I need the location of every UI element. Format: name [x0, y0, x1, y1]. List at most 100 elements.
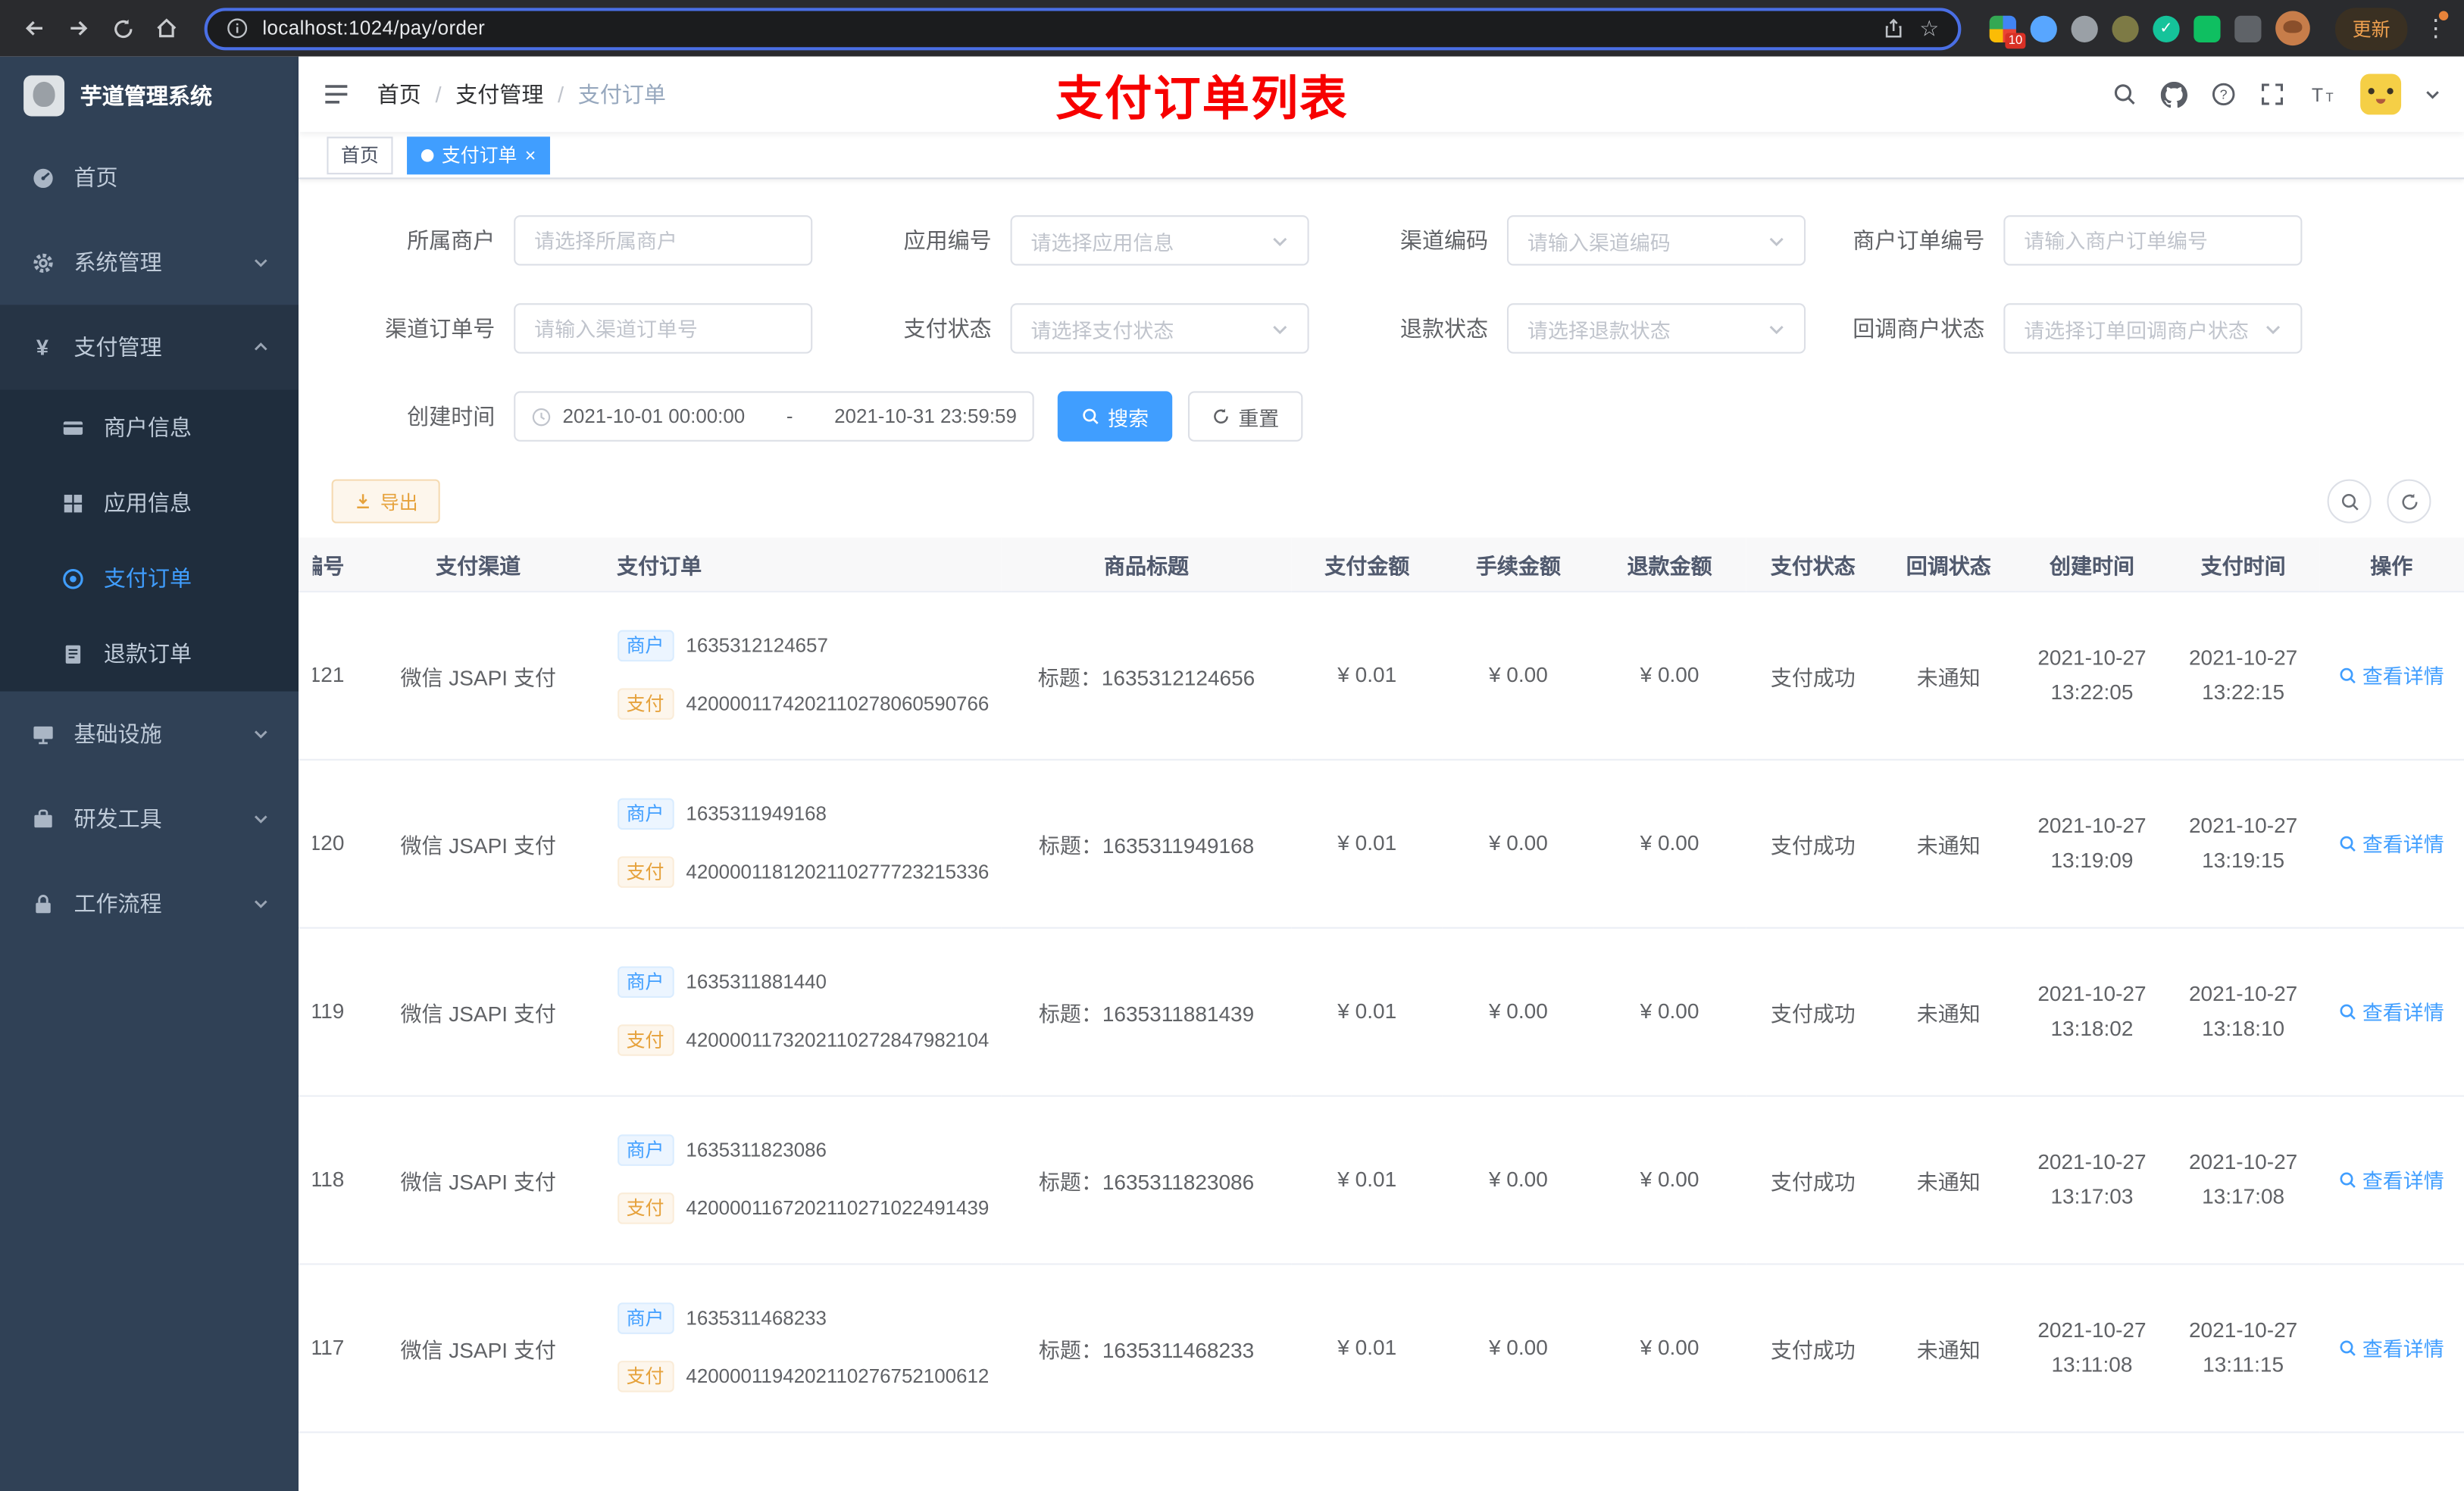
pay-status	[1745, 1431, 1881, 1491]
sidebar-item-home[interactable]: 首页	[0, 135, 299, 220]
sidebar-item-system[interactable]: 系统管理	[0, 220, 299, 305]
font-size-icon[interactable]: TT	[2309, 82, 2337, 107]
breadcrumb-separator: /	[558, 81, 564, 108]
search-button[interactable]: 搜索	[1057, 391, 1173, 442]
extension-chat-icon[interactable]	[2194, 14, 2221, 42]
home-button[interactable]	[148, 9, 186, 47]
pay-channel: 微信 JSAPI 支付	[352, 1431, 605, 1491]
bookmark-star-icon[interactable]: ☆	[1919, 15, 1939, 42]
product-title: 标题：1635311468233	[1001, 1263, 1292, 1433]
view-detail-link[interactable]: 查看详情	[2339, 1164, 2444, 1194]
table-header-cell: 回调状态	[1881, 537, 2017, 592]
extension-drop-icon[interactable]	[2030, 14, 2057, 42]
merchant-select-input[interactable]	[514, 215, 813, 266]
search-icon[interactable]	[2112, 82, 2137, 107]
extension-dark-puzzle-icon[interactable]	[2234, 14, 2262, 42]
payment-order-table: 编号支付渠道支付订单商品标题支付金额手续金额退款金额支付状态回调状态创建时间支付…	[299, 537, 2464, 1491]
extension-olive-icon[interactable]	[2112, 14, 2139, 42]
merchant-order-no-input[interactable]	[2003, 215, 2303, 266]
toggle-search-button[interactable]	[2327, 479, 2372, 524]
sidebar-item-workflow[interactable]: 工作流程	[0, 861, 299, 946]
help-icon[interactable]: ?	[2211, 82, 2236, 107]
credit-card-icon	[60, 415, 85, 440]
product-title: 标题：1635311949168	[1001, 758, 1292, 928]
sidebar-item-label: 系统管理	[73, 249, 162, 275]
user-avatar[interactable]	[2360, 73, 2402, 115]
sidebar-item-merchant-info[interactable]: 商户信息	[0, 389, 299, 465]
export-button[interactable]: 导出	[331, 479, 440, 524]
extension-check-icon[interactable]: ✓	[2153, 14, 2180, 42]
merchant-tag: 商户	[617, 1302, 674, 1334]
product-title: 标题：1635312124656	[1001, 590, 1292, 760]
filter-label: 所属商户	[407, 227, 496, 253]
page-content: 所属商户 应用编号 请选择应用信息 渠道编码 请输入渠道编码 商户订单编号	[299, 179, 2464, 1491]
browser-menu-icon[interactable]: ⋮	[2423, 11, 2449, 42]
breadcrumb-item[interactable]: 首页	[377, 79, 421, 110]
pay-amount: ¥ 0.01	[1291, 927, 1443, 1096]
view-detail-link[interactable]: 查看详情	[2339, 660, 2444, 689]
table-header-cell: 操作	[2319, 537, 2464, 592]
chevron-down-icon	[1271, 320, 1289, 337]
filter-label: 渠道编码	[1399, 227, 1489, 253]
notify-status: 未通知	[1881, 1263, 2017, 1433]
forward-button[interactable]	[60, 9, 98, 47]
share-icon[interactable]	[1884, 17, 1906, 39]
sidebar-item-pay-order[interactable]: 支付订单	[0, 540, 299, 616]
search-button-label: 搜索	[1108, 406, 1149, 430]
pay-tag: 支付	[617, 1361, 674, 1393]
notify-status: 未通知	[1881, 590, 2017, 760]
refresh-list-button[interactable]	[2387, 479, 2431, 524]
create-time-range-input[interactable]: 2021-10-01 00:00:00 - 2021-10-31 23:59:5…	[514, 391, 1034, 442]
app-logo-row[interactable]: 芋道管理系统	[0, 57, 299, 136]
view-detail-link[interactable]: 查看详情	[2339, 828, 2444, 858]
view-detail-link[interactable]: 查看详情	[2339, 996, 2444, 1026]
tab-pay-order[interactable]: 支付订单 ×	[407, 136, 550, 174]
fee-amount: ¥ 0.00	[1443, 1095, 1594, 1264]
extension-gray-icon[interactable]	[2071, 14, 2098, 42]
sidebar-item-payment[interactable]: ¥ 支付管理	[0, 305, 299, 390]
pay-status-select[interactable]: 请选择支付状态	[1010, 303, 1309, 354]
reload-button[interactable]	[104, 9, 142, 47]
tab-close-icon[interactable]: ×	[525, 145, 536, 164]
grid-icon	[60, 490, 85, 515]
app-no-select[interactable]: 请选择应用信息	[1010, 215, 1309, 266]
sidebar-item-label: 支付订单	[103, 565, 192, 591]
url-bar[interactable]: localhost:1024/pay/order ☆	[204, 7, 1962, 50]
site-info-icon[interactable]	[227, 17, 249, 39]
callback-status-select[interactable]: 请选择订单回调商户状态	[2003, 303, 2303, 354]
refund-status-select[interactable]: 请选择退款状态	[1506, 303, 1806, 354]
refund-amount	[1593, 1431, 1746, 1491]
sidebar-item-app-info[interactable]: 应用信息	[0, 465, 299, 541]
browser-profile-avatar[interactable]	[2275, 11, 2310, 46]
breadcrumb-item[interactable]: 支付管理	[455, 79, 543, 110]
back-button[interactable]	[16, 9, 54, 47]
pay-amount: ¥ 0.01	[1291, 1095, 1443, 1264]
sidebar-item-infrastructure[interactable]: 基础设施	[0, 692, 299, 777]
url-text: localhost:1024/pay/order	[262, 17, 486, 39]
breadcrumb-item-current: 支付订单	[577, 81, 666, 108]
reset-button[interactable]: 重置	[1187, 391, 1303, 442]
sidebar-item-devtools[interactable]: 研发工具	[0, 777, 299, 861]
sidebar-item-label: 商户信息	[103, 414, 192, 440]
pay-time: 2021-10-27 13:19:15	[2167, 758, 2319, 928]
tab-home[interactable]: 首页	[327, 136, 393, 174]
fee-amount: ¥ 0.00	[1443, 758, 1594, 928]
caret-down-icon[interactable]	[2425, 86, 2441, 102]
fullscreen-icon[interactable]	[2259, 82, 2284, 107]
chevron-down-icon	[253, 811, 269, 827]
dashboard-icon	[30, 165, 55, 190]
extension-puzzle-icon[interactable]: 10	[1989, 14, 2026, 48]
sidebar-item-refund-order[interactable]: 退款订单	[0, 616, 299, 692]
menu-toggle-button[interactable]	[322, 80, 350, 108]
table-row: 120 微信 JSAPI 支付商户 1635311949168 支付 420000118…	[299, 758, 2464, 928]
yen-icon: ¥	[36, 334, 49, 360]
update-button[interactable]: 更新	[2334, 7, 2408, 50]
channel-code-select[interactable]: 请输入渠道编码	[1506, 215, 1806, 266]
product-title	[1001, 1431, 1292, 1491]
channel-order-no-input[interactable]	[514, 303, 813, 354]
sidebar-item-label: 研发工具	[73, 805, 162, 832]
pay-amount: ¥ 0.01	[1291, 590, 1443, 760]
top-navbar: 首页 / 支付管理 / 支付订单 支付订单列表 ? TT	[299, 56, 2464, 133]
view-detail-link[interactable]: 查看详情	[2339, 1333, 2444, 1362]
github-icon[interactable]	[2160, 80, 2188, 108]
